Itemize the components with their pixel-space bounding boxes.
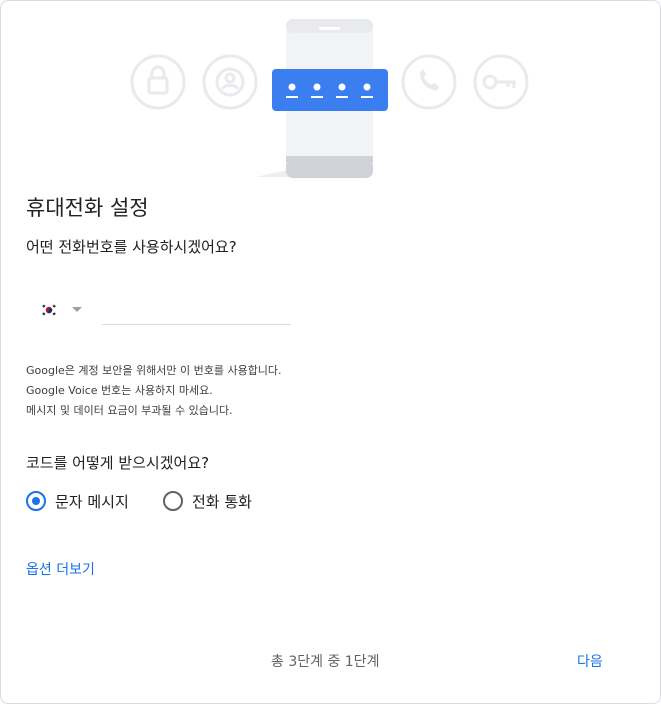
- setup-card: 휴대전화 설정 어떤 전화번호를 사용하시겠어요? Google은 계정 보안을…: [0, 0, 661, 704]
- next-button[interactable]: 다음: [577, 651, 603, 671]
- radio-unchecked-icon: [163, 491, 183, 511]
- key-icon: [473, 54, 529, 110]
- chevron-down-icon: [72, 307, 82, 312]
- radio-label: 전화 통화: [192, 493, 252, 511]
- phone-question: 어떤 전화번호를 사용하시겠어요?: [26, 238, 237, 256]
- radio-checked-icon: [26, 491, 46, 511]
- pin-code-badge: [272, 69, 388, 111]
- code-method-question: 코드를 어떻게 받으시겠어요?: [26, 454, 210, 472]
- notice-line: Google Voice 번호는 사용하지 마세요.: [26, 384, 213, 397]
- phone-number-input[interactable]: [102, 294, 291, 325]
- notice-line: Google은 계정 보안을 위해서만 이 번호를 사용합니다.: [26, 364, 282, 377]
- radio-label: 문자 메시지: [55, 493, 129, 511]
- notice-line: 메시지 및 데이터 요금이 부과될 수 있습니다.: [26, 404, 233, 417]
- privacy-notice: Google은 계정 보안을 위해서만 이 번호를 사용합니다. Google …: [26, 361, 282, 421]
- korea-flag-icon: [41, 304, 57, 316]
- country-selector[interactable]: [39, 300, 95, 320]
- page-title: 휴대전화 설정: [26, 196, 149, 220]
- phone-setup-illustration: [130, 19, 529, 178]
- more-options-link[interactable]: 옵션 더보기: [26, 559, 95, 579]
- phone-number-row: [26, 294, 291, 326]
- step-indicator: 총 3단계 중 1단계: [271, 654, 380, 670]
- account-icon: [202, 54, 258, 110]
- phone-call-icon: [401, 54, 457, 110]
- lock-icon: [130, 54, 186, 110]
